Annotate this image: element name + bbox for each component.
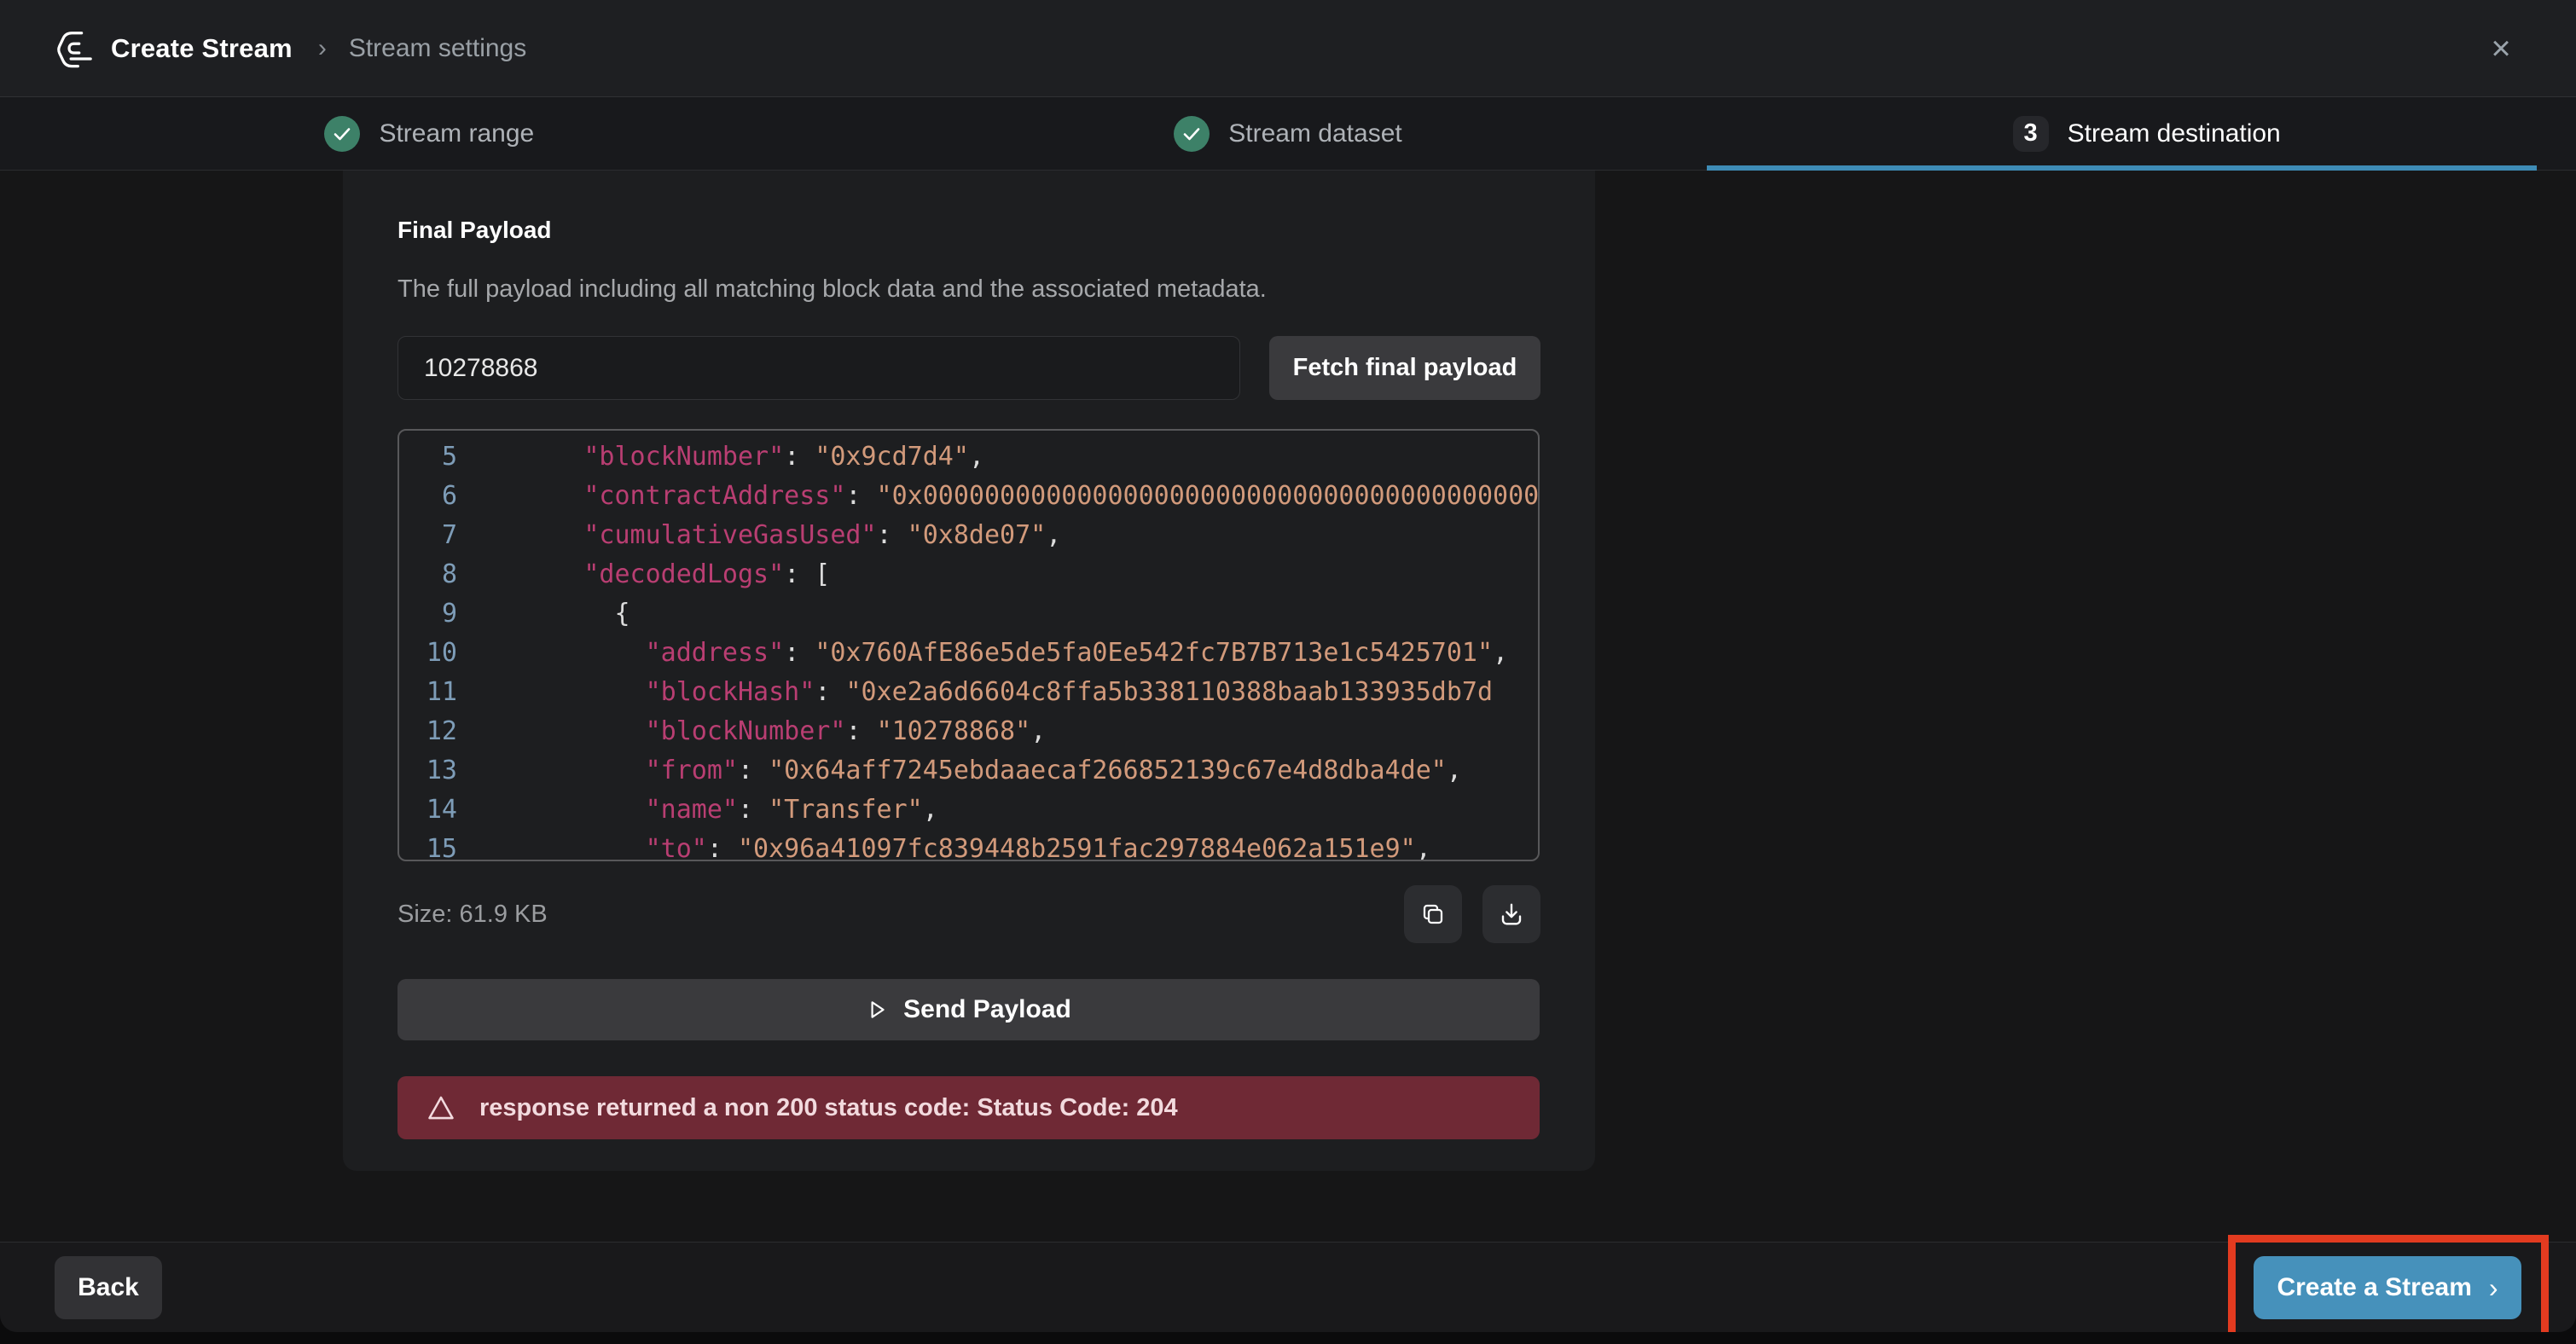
code-line: 11 "blockHash": "0xe2a6d6604c8ffa5b33811… (421, 673, 1538, 712)
step-indicator: Stream range Stream dataset 3 Stream des… (0, 97, 2576, 171)
error-banner: response returned a non 200 status code:… (397, 1076, 1540, 1139)
error-message: response returned a non 200 status code:… (479, 1094, 1178, 1122)
code-line: 15 "to": "0x96a41097fc839448b2591fac2978… (421, 830, 1538, 861)
create-stream-modal: Create Stream › Stream settings × Stream… (0, 0, 2576, 1332)
warning-triangle-icon (426, 1093, 455, 1122)
create-stream-button[interactable]: Create a Stream › (2254, 1256, 2521, 1319)
app-logo-icon (55, 29, 94, 68)
copy-button[interactable] (1404, 885, 1462, 943)
breadcrumb-chevron-icon: › (318, 34, 327, 63)
chevron-right-icon: › (2489, 1272, 2498, 1304)
step-stream-dataset[interactable]: Stream dataset (859, 97, 1718, 170)
code-line: 13 "from": "0x64aff7245ebdaaecaf26685213… (421, 751, 1538, 791)
download-icon (1499, 901, 1524, 927)
close-icon[interactable]: × (2480, 28, 2521, 69)
code-line: 8 "decodedLogs": [ (421, 555, 1538, 594)
code-line: 10 "address": "0x760AfE86e5de5fa0Ee542fc… (421, 634, 1538, 673)
create-stream-label: Create a Stream (2277, 1273, 2471, 1302)
code-line: 14 "name": "Transfer", (421, 791, 1538, 830)
code-line: 6 "contractAddress": "0x0000000000000000… (421, 477, 1538, 516)
code-line: 7 "cumulativeGasUsed": "0x8de07", (421, 516, 1538, 555)
panel-description: The full payload including all matching … (397, 275, 1540, 304)
size-row: Size: 61.9 KB (397, 885, 1540, 943)
header: Create Stream › Stream settings × (0, 0, 2576, 97)
step-label: Stream destination (2068, 119, 2281, 148)
step-stream-destination[interactable]: 3 Stream destination (1717, 97, 2576, 170)
final-payload-card: Final Payload The full payload including… (343, 171, 1595, 1171)
payload-code-viewer[interactable]: 5 "blockNumber": "0x9cd7d4",6 "contractA… (397, 429, 1540, 861)
step-number-badge: 3 (2013, 116, 2049, 152)
fetch-final-payload-button[interactable]: Fetch final payload (1269, 336, 1540, 400)
download-button[interactable] (1482, 885, 1540, 943)
code-line: 5 "blockNumber": "0x9cd7d4", (421, 437, 1538, 477)
fetch-row: Fetch final payload (397, 336, 1540, 400)
payload-size-label: Size: 61.9 KB (397, 901, 548, 929)
check-icon (1174, 116, 1210, 152)
content-area: Final Payload The full payload including… (0, 171, 2576, 1242)
check-icon (324, 116, 360, 152)
code-line: 9 { (421, 594, 1538, 634)
step-stream-range[interactable]: Stream range (0, 97, 859, 170)
copy-icon (1420, 901, 1446, 927)
block-number-input[interactable] (397, 336, 1240, 400)
back-button[interactable]: Back (55, 1256, 162, 1319)
page-title: Create Stream (111, 33, 293, 64)
send-payload-button[interactable]: Send Payload (397, 979, 1540, 1040)
step-label: Stream dataset (1228, 119, 1401, 148)
send-payload-label: Send Payload (903, 995, 1071, 1024)
breadcrumb: Stream settings (349, 34, 526, 63)
footer: Back Create a Stream › (0, 1242, 2576, 1332)
play-icon (866, 999, 888, 1021)
code-line: 12 "blockNumber": "10278868", (421, 712, 1538, 751)
panel-heading: Final Payload (397, 217, 1540, 244)
step-label: Stream range (379, 119, 534, 148)
code-lines: 5 "blockNumber": "0x9cd7d4",6 "contractA… (421, 437, 1538, 861)
